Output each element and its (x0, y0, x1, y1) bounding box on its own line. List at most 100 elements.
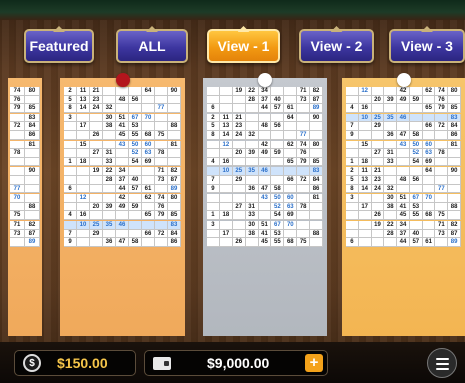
ticket-row: 17 38 41 53 88 (207, 229, 324, 239)
ticket-cell: 5 (64, 95, 77, 105)
ticket-cell (77, 238, 90, 247)
ticket-cell: 87 (448, 229, 462, 239)
tab-all[interactable]: ALL (116, 26, 188, 63)
ticket-row: 15 43 50 60 81 (346, 140, 462, 150)
ticket-cell: 8 (64, 104, 77, 113)
ticket-cell: 74 (155, 194, 168, 203)
ticket-cell: 56 (271, 122, 285, 131)
ticket-cell: 80 (25, 87, 40, 96)
ticket-cell (435, 175, 449, 185)
tab-view-1[interactable]: View - 1 (207, 26, 280, 63)
ticket-cell (116, 104, 129, 113)
ticket-cell (103, 95, 116, 105)
ticket-cell: 59 (129, 202, 142, 212)
ticket-cell: 17 (77, 122, 90, 131)
ticket-card-left-partial[interactable]: 74 80 76 79 85 83 72 84 86 81 78 90 77 70 88 75 71 82 73 87… (8, 78, 42, 336)
ticket-row (10, 157, 40, 167)
ticket-cell (245, 157, 259, 167)
ticket-cell (346, 149, 359, 158)
ticket-cell (258, 157, 272, 167)
ticket-cell: 35 (384, 113, 398, 123)
ticket-cell: 79 (10, 104, 25, 113)
ticket-cell: 86 (448, 130, 462, 140)
ticket-cell (142, 95, 155, 105)
ticket-cell (409, 87, 423, 96)
ticket-cell: 77 (435, 184, 449, 194)
plus-icon[interactable]: + (305, 354, 323, 372)
ticket-row: 17 38 41 53 88 (64, 122, 181, 131)
ticket-cell (448, 175, 462, 185)
ticket-cell (232, 220, 246, 230)
ticket-cell (310, 149, 324, 158)
ticket-cell: 82 (448, 220, 462, 230)
ticket-cell (297, 122, 311, 131)
ticket-cell: 28 (384, 229, 398, 239)
ticket-cell (10, 157, 25, 167)
ticket-cell (219, 95, 233, 105)
ticket-cell: 61 (142, 184, 155, 194)
ticket-cell (232, 104, 246, 113)
ticket-cell: 61 (284, 104, 298, 113)
ticket-row: 10 25 35 46 83 (207, 167, 324, 176)
ticket-cell: 70 (10, 194, 25, 203)
ticket-cell (448, 95, 462, 105)
ticket-cell: 20 (232, 149, 246, 158)
ticket-card-white[interactable]: 19 22 34 71 82 28 37 40 73 87 6 44 57 61 89 2 11 21 64 90 5 1… (203, 73, 327, 336)
ticket-cell: 25 (371, 113, 385, 123)
ticket-row: 6 44 57 61 89 (207, 104, 324, 113)
ticket-cell (129, 87, 142, 96)
ticket-cell: 27 (371, 149, 385, 158)
hamburger-menu-icon[interactable] (427, 348, 457, 378)
tab-view-3[interactable]: View - 3 (389, 26, 465, 63)
bet-amount: $150.00 (57, 355, 108, 371)
wallet-amount: $9,000.00 (207, 355, 270, 371)
menu-line (436, 363, 449, 365)
ticket-cell: 17 (219, 229, 233, 239)
ticket-cell (64, 175, 77, 185)
ticket-cell: 26 (90, 130, 103, 140)
ticket-cell: 52 (129, 149, 142, 158)
ticket-cell (245, 104, 259, 113)
ticket-row: 9 36 47 58 86 (207, 184, 324, 194)
ticket-cell: 68 (422, 211, 436, 220)
ticket-cell: 64 (142, 87, 155, 96)
top-felt-strip (0, 0, 465, 20)
ticket-cell (232, 184, 246, 194)
wallet-pill[interactable]: $9,000.00 + (144, 350, 328, 376)
ticket-cell: 78 (10, 149, 25, 158)
ticket-cell: 3 (346, 194, 359, 203)
ticket-cell (168, 95, 181, 105)
ticket-row: 12 42 62 74 80 (207, 140, 324, 150)
ticket-cell: 12 (77, 194, 90, 203)
ticket-card-right[interactable]: 12 42 62 74 80 20 39 49 59 76 4 16 65 79 85 10 25 35 46 83 7… (342, 73, 465, 336)
ticket-cell: 89 (168, 184, 181, 194)
ticket-row: 19 22 34 71 82 (346, 220, 462, 230)
ticket-cell (207, 229, 220, 239)
ticket-cell: 2 (64, 87, 77, 96)
ticket-row: 75 (10, 211, 40, 220)
ticket-cell (232, 95, 246, 105)
ticket-cell: 51 (397, 194, 410, 203)
bet-balance-pill[interactable]: $ $150.00 (14, 350, 136, 376)
ticket-cell (358, 149, 372, 158)
ticket-row: 26 45 55 68 75 (207, 238, 324, 247)
ticket-cell (297, 220, 311, 230)
ticket-cell: 11 (77, 87, 90, 96)
ticket-card-red[interactable]: 2 11 21 64 90 5 13 23 48 56 8 14 24 32 77 3 30 51 67 70 17 38… (60, 73, 185, 336)
ticket-cell (384, 167, 398, 176)
ticket-cell (10, 113, 25, 123)
ticket-cell: 38 (103, 122, 116, 131)
view-tabs: Featured ALL View - 1 View - 2 View - 3 (0, 26, 465, 65)
ticket-cell (64, 202, 77, 212)
ticket-cell: 37 (397, 229, 410, 239)
ticket-cell (346, 113, 359, 123)
ticket-cell: 48 (258, 122, 272, 131)
tab-featured[interactable]: Featured (24, 26, 94, 63)
ticket-row: 3 30 51 67 70 (207, 220, 324, 230)
ticket-cell (245, 238, 259, 247)
ticket-cell (207, 238, 220, 247)
ticket-cell: 71 (297, 87, 311, 96)
ticket-cell: 34 (116, 167, 129, 176)
tab-view-2[interactable]: View - 2 (299, 26, 374, 63)
ticket-row: 4 16 65 79 85 (207, 157, 324, 167)
